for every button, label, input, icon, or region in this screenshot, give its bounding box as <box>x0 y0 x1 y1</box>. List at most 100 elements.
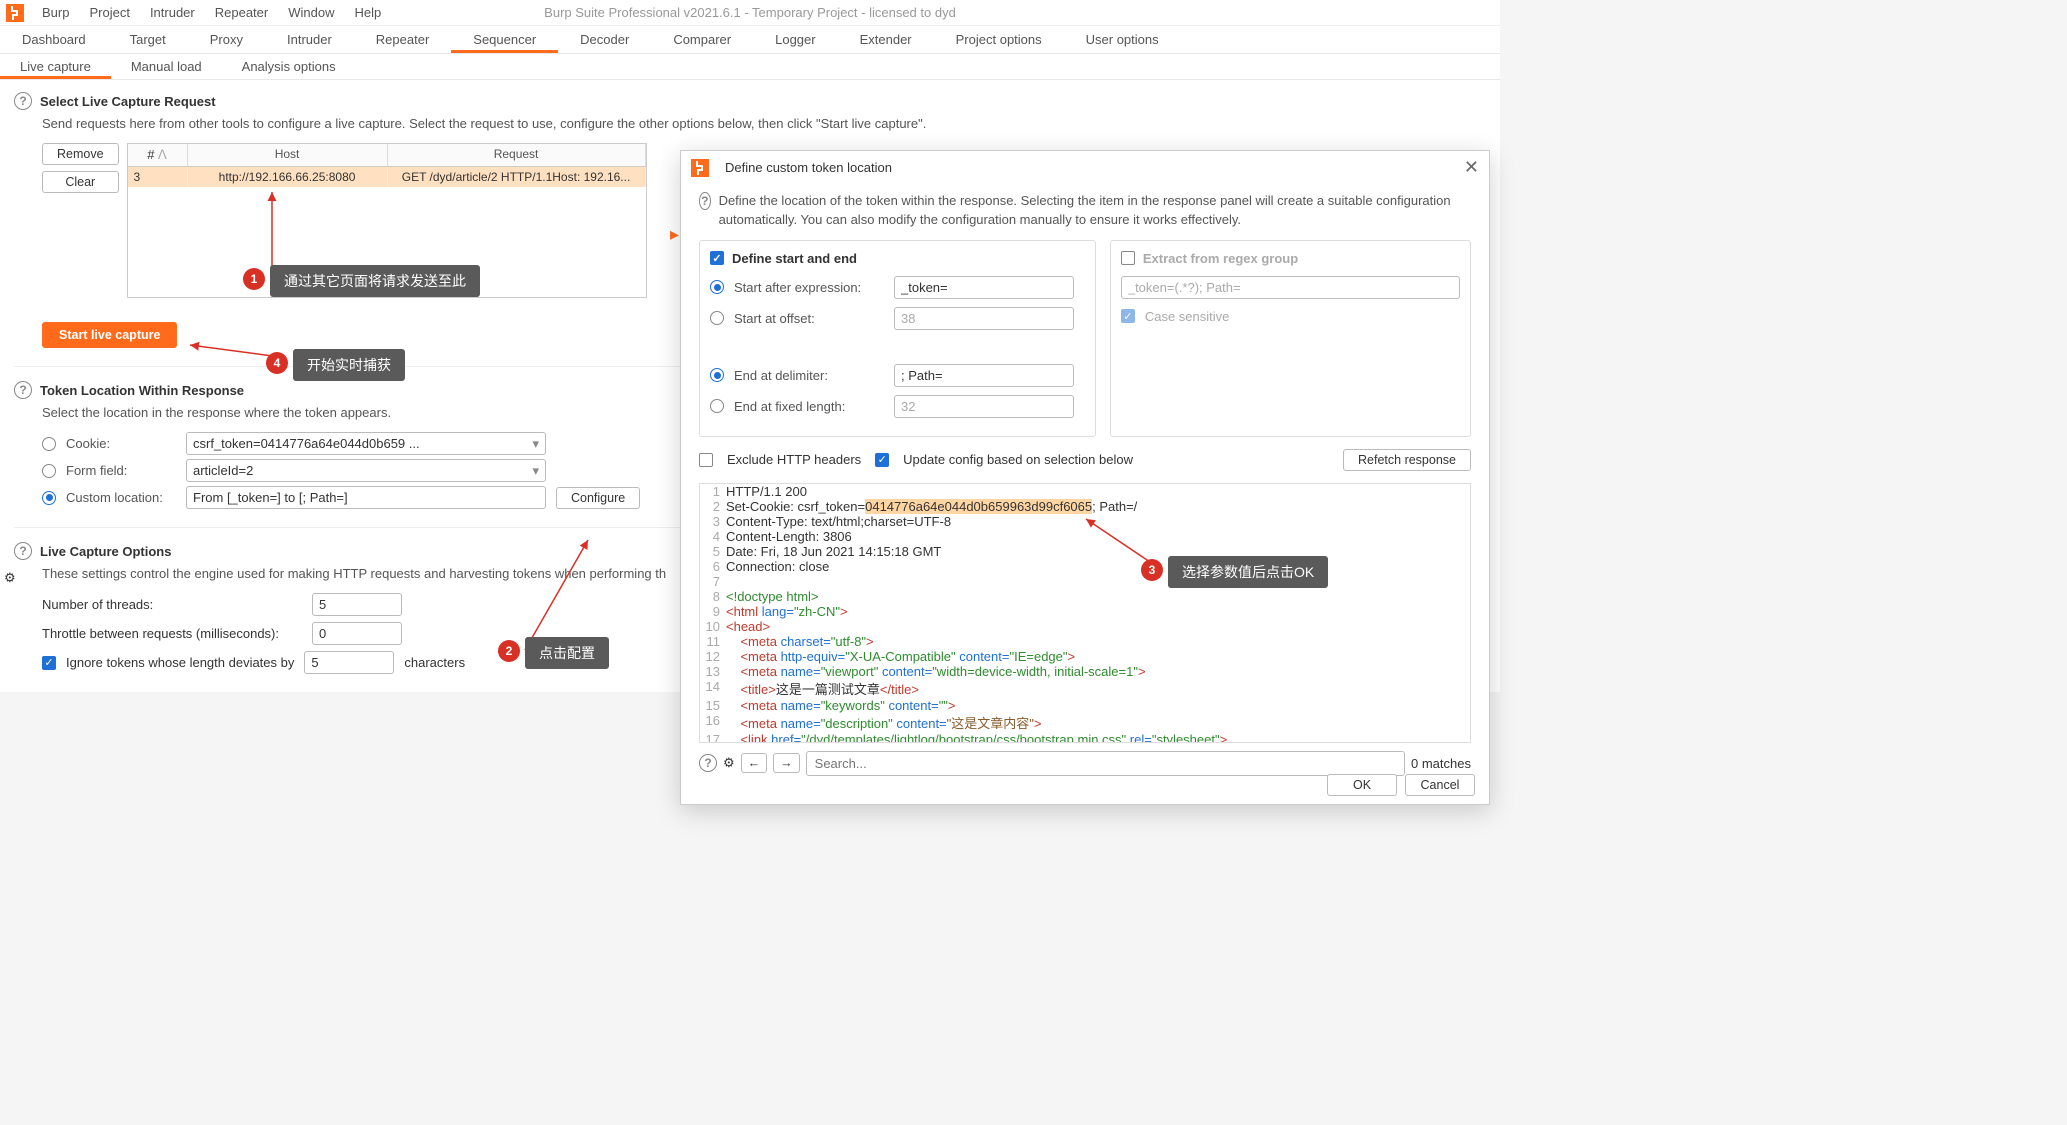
tab-extender[interactable]: Extender <box>838 26 934 53</box>
tab-intruder[interactable]: Intruder <box>265 26 354 53</box>
label-update-config: Update config based on selection below <box>903 452 1133 467</box>
col-host[interactable]: Host <box>188 144 388 166</box>
cell-number: 3 <box>128 167 188 187</box>
annotation-4: 开始实时捕获 <box>293 349 405 381</box>
dialog-title: Define custom token location <box>725 160 892 175</box>
radio-start-offset[interactable] <box>710 311 724 325</box>
cancel-button[interactable]: Cancel <box>1405 774 1475 796</box>
checkbox-regex-group[interactable] <box>1121 251 1135 265</box>
label-end-length: End at fixed length: <box>734 399 884 414</box>
close-icon[interactable]: ✕ <box>1464 157 1479 178</box>
radio-end-delimiter[interactable] <box>710 368 724 382</box>
annotation-2-dot: 2 <box>498 640 520 662</box>
subtab-manual-load[interactable]: Manual load <box>111 54 222 79</box>
tab-sequencer[interactable]: Sequencer <box>451 26 558 53</box>
label-start-offset: Start at offset: <box>734 311 884 326</box>
subtab-analysis-options[interactable]: Analysis options <box>222 54 356 79</box>
radio-end-length[interactable] <box>710 399 724 413</box>
menu-window[interactable]: Window <box>278 5 344 20</box>
radio-cookie[interactable] <box>42 437 56 451</box>
section-token-location-title: Token Location Within Response <box>40 383 244 398</box>
label-form-field: Form field: <box>66 463 176 478</box>
annotation-3-dot: 3 <box>1141 559 1163 581</box>
table-row[interactable]: 3 http://192.166.66.25:8080 GET /dyd/art… <box>128 167 646 187</box>
response-viewer[interactable]: 1HTTP/1.1 200 2Set-Cookie: csrf_token=04… <box>699 483 1471 743</box>
search-next-button[interactable]: → <box>773 753 800 773</box>
help-icon[interactable]: ? <box>699 754 717 772</box>
checkbox-define-start-end[interactable]: ✓ <box>710 251 724 265</box>
subtab-live-capture[interactable]: Live capture <box>0 54 111 79</box>
tab-decoder[interactable]: Decoder <box>558 26 651 53</box>
ignore-length-input[interactable] <box>304 651 394 674</box>
checkbox-ignore-length[interactable]: ✓ <box>42 656 56 670</box>
refetch-response-button[interactable]: Refetch response <box>1343 449 1471 471</box>
tab-user-options[interactable]: User options <box>1064 26 1181 53</box>
configure-button[interactable]: Configure <box>556 487 640 509</box>
help-icon[interactable]: ? <box>14 92 32 110</box>
menubar: Burp Project Intruder Repeater Window He… <box>0 0 1500 26</box>
menu-intruder[interactable]: Intruder <box>140 5 205 20</box>
label-end-delimiter: End at delimiter: <box>734 368 884 383</box>
section-select-request-title: Select Live Capture Request <box>40 94 216 109</box>
label-start-after: Start after expression: <box>734 280 884 295</box>
tab-project-options[interactable]: Project options <box>934 26 1064 53</box>
tab-logger[interactable]: Logger <box>753 26 837 53</box>
checkbox-update-config[interactable]: ✓ <box>875 453 889 467</box>
checkbox-case-sensitive[interactable]: ✓ <box>1121 309 1135 323</box>
tab-repeater[interactable]: Repeater <box>354 26 451 53</box>
main-tabs: Dashboard Target Proxy Intruder Repeater… <box>0 26 1500 54</box>
tab-target[interactable]: Target <box>108 26 188 53</box>
tab-proxy[interactable]: Proxy <box>188 26 265 53</box>
remove-button[interactable]: Remove <box>42 143 119 165</box>
custom-location-input[interactable]: From [_token=] to [; Path=] <box>186 486 546 509</box>
cookie-select[interactable]: csrf_token=0414776a64e044d0b659 ... <box>186 432 546 455</box>
col-request[interactable]: Request <box>388 144 646 166</box>
col-number[interactable]: # <box>147 147 154 162</box>
checkbox-exclude-headers[interactable] <box>699 453 713 467</box>
label-ignore-a: Ignore tokens whose length deviates by <box>66 655 294 670</box>
menu-help[interactable]: Help <box>344 5 391 20</box>
sequencer-subtabs: Live capture Manual load Analysis option… <box>0 54 1500 80</box>
threads-input[interactable] <box>312 593 402 616</box>
search-matches: 0 matches <box>1411 756 1471 771</box>
throttle-input[interactable] <box>312 622 402 645</box>
drag-marker-icon[interactable]: ▸ <box>670 224 679 245</box>
label-ignore-b: characters <box>404 655 465 670</box>
cell-request: GET /dyd/article/2 HTTP/1.1Host: 192.16.… <box>388 167 646 187</box>
menu-burp[interactable]: Burp <box>32 5 79 20</box>
search-input[interactable] <box>806 751 1405 776</box>
start-offset-input[interactable] <box>894 307 1074 330</box>
clear-button[interactable]: Clear <box>42 171 119 193</box>
fs1-title: Define start and end <box>732 251 857 266</box>
tab-comparer[interactable]: Comparer <box>651 26 753 53</box>
end-delimiter-input[interactable] <box>894 364 1074 387</box>
gear-icon[interactable]: ⚙ <box>723 755 735 771</box>
tab-dashboard[interactable]: Dashboard <box>0 26 108 53</box>
regex-input[interactable] <box>1121 276 1460 299</box>
start-live-capture-button[interactable]: Start live capture <box>42 322 177 348</box>
label-custom-location: Custom location: <box>66 490 176 505</box>
menu-repeater[interactable]: Repeater <box>205 5 278 20</box>
radio-custom-location[interactable] <box>42 491 56 505</box>
end-length-input[interactable] <box>894 395 1074 418</box>
help-icon[interactable]: ? <box>14 542 32 560</box>
start-after-input[interactable] <box>894 276 1074 299</box>
dialog-desc: Define the location of the token within … <box>719 192 1471 230</box>
ok-button[interactable]: OK <box>1327 774 1397 796</box>
search-prev-button[interactable]: ← <box>741 753 768 773</box>
annotation-1-dot: 1 <box>243 268 265 290</box>
menu-project[interactable]: Project <box>79 5 139 20</box>
radio-form-field[interactable] <box>42 464 56 478</box>
label-throttle: Throttle between requests (milliseconds)… <box>42 626 302 641</box>
help-icon[interactable]: ? <box>699 192 711 210</box>
section-live-options-title: Live Capture Options <box>40 544 171 559</box>
annotation-3: 选择参数值后点击OK <box>1168 556 1328 588</box>
radio-start-after[interactable] <box>710 280 724 294</box>
burp-logo-icon <box>691 159 709 177</box>
form-field-select[interactable]: articleId=2 <box>186 459 546 482</box>
label-exclude-headers: Exclude HTTP headers <box>727 452 861 467</box>
burp-logo-icon <box>6 4 24 22</box>
gear-icon[interactable]: ⚙ <box>4 570 22 588</box>
sort-asc-icon: ᐱ <box>158 147 167 162</box>
help-icon[interactable]: ? <box>14 381 32 399</box>
